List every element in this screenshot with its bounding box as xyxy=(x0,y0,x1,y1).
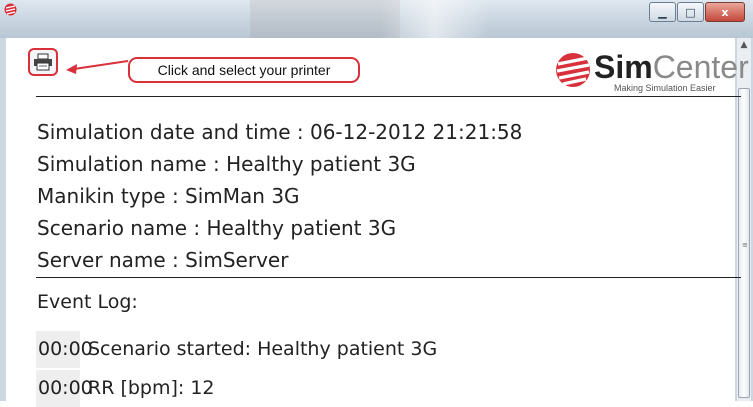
close-icon[interactable]: x xyxy=(705,2,745,22)
manikin-type: Manikin type : SimMan 3G xyxy=(37,184,300,208)
simulation-date-time: Simulation date and time : 06-12-2012 21… xyxy=(37,120,523,144)
simcenter-logo: SimCenter Making Simulation Easier xyxy=(554,50,749,96)
logo-wordmark: SimCenter xyxy=(594,49,749,85)
event-time: 00:00 xyxy=(36,331,93,368)
title-bar-highlight xyxy=(380,0,490,38)
header-divider xyxy=(36,96,741,97)
scenario-name: Scenario name : Healthy patient 3G xyxy=(37,216,397,240)
event-log-label: Event Log: xyxy=(37,291,138,313)
maximize-icon[interactable]: □ xyxy=(677,2,704,22)
callout-text: Click and select your printer xyxy=(157,62,331,78)
server-name: Server name : SimServer xyxy=(37,248,289,272)
event-log-row: 00:00 Scenario started: Healthy patient … xyxy=(36,331,746,368)
logo-tagline: Making Simulation Easier xyxy=(614,83,716,93)
title-bar: ▁ □ x xyxy=(0,0,753,38)
callout-tooltip: Click and select your printer xyxy=(128,57,360,83)
event-time: 00:00 xyxy=(36,370,93,407)
print-button[interactable] xyxy=(28,48,58,76)
title-bar-background xyxy=(250,0,400,38)
app-logo-icon xyxy=(4,3,17,16)
scrollbar-grip-icon: ≡ xyxy=(742,241,748,249)
report-content: Click and select your printer SimCenter … xyxy=(6,38,749,407)
event-description: Scenario started: Healthy patient 3G xyxy=(88,338,438,360)
event-description: RR [bpm]: 12 xyxy=(88,377,215,399)
window-controls: ▁ □ x xyxy=(648,2,745,22)
printer-icon xyxy=(34,53,52,71)
simulation-name: Simulation name : Healthy patient 3G xyxy=(37,152,416,176)
simcenter-logo-icon xyxy=(556,53,590,87)
info-divider xyxy=(36,277,741,278)
event-log-row: 00:00 RR [bpm]: 12 xyxy=(36,370,746,407)
callout-arrow xyxy=(66,60,129,74)
minimize-icon[interactable]: ▁ xyxy=(649,2,676,22)
